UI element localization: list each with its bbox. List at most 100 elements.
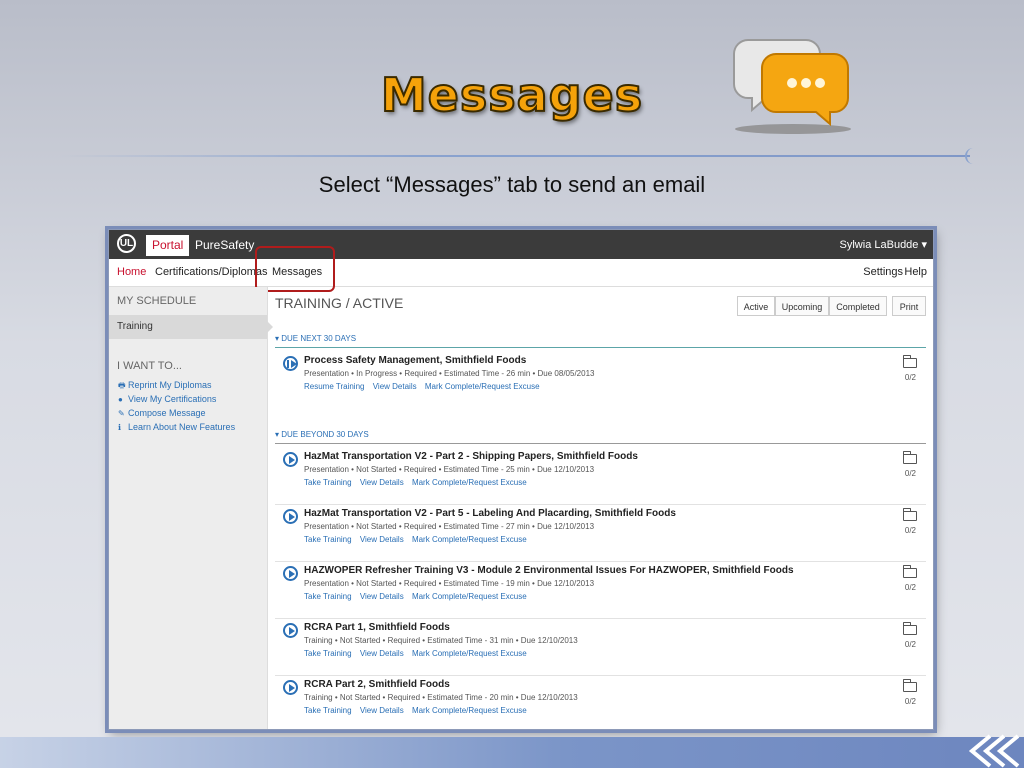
course-row: HazMat Transportation V2 - Part 5 - Labe…	[275, 505, 926, 562]
slide-subtitle: Select “Messages” tab to send an email	[318, 172, 706, 197]
sidebar-selected-arrow	[267, 321, 273, 333]
bullet-icon: ●	[118, 395, 123, 404]
play-icon[interactable]	[283, 623, 298, 638]
view-details-link[interactable]: View Details	[360, 649, 404, 658]
view-details-link[interactable]: View Details	[360, 592, 404, 601]
filter-completed-button[interactable]: Completed	[829, 296, 887, 316]
nav-bar: Home Certifications/Diplomas Messages Se…	[109, 259, 933, 287]
section-due-next-30-days[interactable]: ▾ DUE NEXT 30 DAYS	[275, 334, 926, 348]
take-training-link[interactable]: Take Training	[304, 706, 352, 715]
brand-name: PureSafety	[195, 238, 255, 252]
sidebar-link-reprint-diplomas[interactable]: 🖶 Reprint My Diplomas	[118, 380, 212, 394]
sidebar-link-label: Reprint My Diplomas	[128, 380, 212, 390]
sidebar-want-heading: I WANT TO...	[117, 360, 182, 372]
chevron-left-icon	[968, 734, 1020, 768]
folder-icon[interactable]	[903, 679, 917, 692]
sidebar-link-label: View My Certifications	[128, 394, 217, 404]
slide-title: Messages	[380, 67, 644, 123]
resume-icon[interactable]	[283, 356, 298, 371]
course-meta: Presentation • Not Started • Required • …	[304, 522, 595, 531]
sidebar-link-label: Learn About New Features	[128, 422, 236, 432]
view-details-link[interactable]: View Details	[360, 535, 404, 544]
course-meta: Training • Not Started • Required • Esti…	[304, 636, 578, 645]
section-due-beyond-30-days[interactable]: ▾ DUE BEYOND 30 DAYS	[275, 430, 926, 444]
folder-icon[interactable]	[903, 565, 917, 578]
course-row: RCRA Part 1, Smithfield Foods Training •…	[275, 619, 926, 676]
mark-complete-link[interactable]: Mark Complete/Request Excuse	[412, 649, 527, 658]
print-button[interactable]: Print	[892, 296, 926, 316]
resume-training-link[interactable]: Resume Training	[304, 382, 364, 391]
bottom-decoration-strip	[0, 737, 1024, 768]
portal-tab[interactable]: Portal	[146, 235, 190, 256]
nav-help[interactable]: Help	[904, 259, 927, 286]
view-details-link[interactable]: View Details	[373, 382, 417, 391]
sidebar-link-new-features[interactable]: ℹ Learn About New Features	[118, 422, 235, 432]
take-training-link[interactable]: Take Training	[304, 592, 352, 601]
course-actions: Take Training View Details Mark Complete…	[304, 592, 533, 601]
mark-complete-link[interactable]: Mark Complete/Request Excuse	[412, 478, 527, 487]
take-training-link[interactable]: Take Training	[304, 478, 352, 487]
take-training-link[interactable]: Take Training	[304, 649, 352, 658]
course-actions: Take Training View Details Mark Complete…	[304, 478, 533, 487]
play-icon[interactable]	[283, 680, 298, 695]
course-title: HAZWOPER Refresher Training V3 - Module …	[304, 565, 794, 576]
top-bar: UL Portal PureSafety Sylwia LaBudde ▾	[109, 230, 933, 259]
chat-bubbles-icon	[733, 39, 851, 134]
folder-icon[interactable]	[903, 355, 917, 368]
nav-settings[interactable]: Settings	[863, 259, 903, 286]
sidebar-item-training[interactable]: Training	[109, 315, 267, 339]
folder-icon[interactable]	[903, 622, 917, 635]
mark-complete-link[interactable]: Mark Complete/Request Excuse	[412, 535, 527, 544]
course-actions: Take Training View Details Mark Complete…	[304, 649, 533, 658]
course-count: 0/2	[904, 697, 916, 706]
sidebar-link-label: Compose Message	[128, 408, 206, 418]
course-title: HazMat Transportation V2 - Part 2 - Ship…	[304, 451, 638, 462]
view-details-link[interactable]: View Details	[360, 478, 404, 487]
user-menu[interactable]: Sylwia LaBudde ▾	[840, 235, 927, 256]
course-meta: Presentation • Not Started • Required • …	[304, 579, 595, 588]
course-row: RCRA Part 2, Smithfield Foods Training •…	[275, 676, 926, 729]
take-training-link[interactable]: Take Training	[304, 535, 352, 544]
course-actions: Take Training View Details Mark Complete…	[304, 706, 533, 715]
course-actions: Take Training View Details Mark Complete…	[304, 535, 533, 544]
course-count: 0/2	[904, 373, 916, 382]
mark-complete-link[interactable]: Mark Complete/Request Excuse	[425, 382, 540, 391]
filter-active-button[interactable]: Active	[737, 296, 775, 316]
header-divider-end	[965, 148, 977, 164]
play-icon[interactable]	[283, 452, 298, 467]
mark-complete-link[interactable]: Mark Complete/Request Excuse	[412, 592, 527, 601]
sidebar-link-compose-message[interactable]: ✎ Compose Message	[118, 408, 206, 418]
filter-upcoming-button[interactable]: Upcoming	[775, 296, 829, 316]
app-screenshot: UL Portal PureSafety Sylwia LaBudde ▾ Ho…	[108, 229, 934, 730]
course-row: HAZWOPER Refresher Training V3 - Module …	[275, 562, 926, 619]
ul-logo: UL	[117, 234, 136, 253]
nav-certifications[interactable]: Certifications/Diplomas	[155, 259, 267, 286]
printer-icon: 🖶	[118, 381, 126, 390]
header-divider	[60, 155, 970, 157]
course-title: HazMat Transportation V2 - Part 5 - Labe…	[304, 508, 676, 519]
page-title: TRAINING / ACTIVE	[275, 295, 404, 311]
course-meta: Presentation • Not Started • Required • …	[304, 465, 595, 474]
play-icon[interactable]	[283, 509, 298, 524]
sidebar-schedule-heading: MY SCHEDULE	[117, 295, 197, 307]
info-icon: ℹ	[118, 423, 122, 432]
course-meta: Training • Not Started • Required • Esti…	[304, 693, 578, 702]
course-actions: Resume Training View Details Mark Comple…	[304, 382, 546, 391]
course-meta: Presentation • In Progress • Required • …	[304, 369, 595, 378]
sidebar-link-view-certifications[interactable]: ● View My Certifications	[118, 394, 216, 404]
course-title: Process Safety Management, Smithfield Fo…	[304, 355, 527, 366]
course-count: 0/2	[904, 469, 916, 478]
course-title: RCRA Part 1, Smithfield Foods	[304, 622, 450, 633]
messages-highlight-box	[255, 246, 335, 292]
pencil-icon: ✎	[118, 409, 125, 418]
play-icon[interactable]	[283, 566, 298, 581]
course-row: HazMat Transportation V2 - Part 2 - Ship…	[275, 448, 926, 505]
folder-icon[interactable]	[903, 451, 917, 464]
view-details-link[interactable]: View Details	[360, 706, 404, 715]
course-row: Process Safety Management, Smithfield Fo…	[275, 352, 926, 409]
nav-home[interactable]: Home	[117, 259, 146, 286]
folder-icon[interactable]	[903, 508, 917, 521]
mark-complete-link[interactable]: Mark Complete/Request Excuse	[412, 706, 527, 715]
sidebar: MY SCHEDULE Training I WANT TO... 🖶 Repri…	[109, 287, 273, 729]
course-count: 0/2	[904, 526, 916, 535]
